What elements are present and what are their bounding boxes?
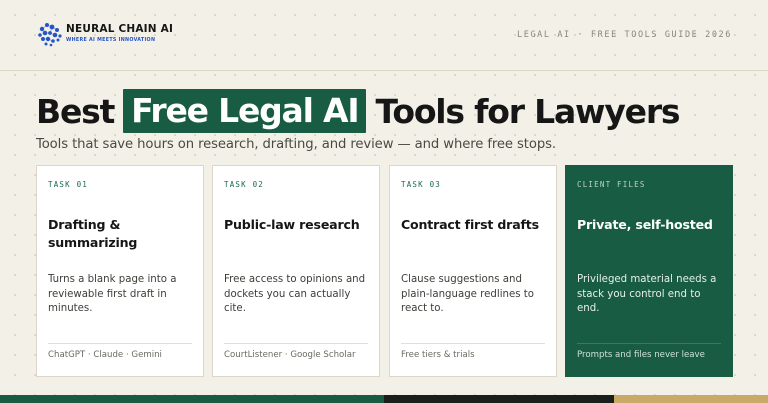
bar-segment-dark bbox=[384, 395, 614, 403]
bar-segment-gold bbox=[614, 395, 768, 403]
card-tag: TASK 01 bbox=[48, 180, 89, 189]
card-tag: TASK 02 bbox=[224, 180, 265, 189]
page-subtitle: Tools that save hours on research, draft… bbox=[36, 137, 556, 152]
card-title: Contract first drafts bbox=[401, 217, 539, 232]
card-contracts[interactable]: TASK 03 Contract first drafts Clause sug… bbox=[389, 165, 557, 377]
card-title: Private, self-hosted bbox=[577, 217, 713, 232]
card-tag: CLIENT FILES bbox=[577, 180, 646, 189]
card-divider bbox=[401, 343, 545, 344]
card-research[interactable]: TASK 02 Public-law research Free access … bbox=[212, 165, 380, 377]
brand-logo[interactable]: NEURAL CHAIN AI WHERE AI MEETS INNOVATIO… bbox=[36, 20, 173, 50]
card-divider bbox=[48, 343, 192, 344]
guide-label: LEGAL AI · FREE TOOLS GUIDE 2026 bbox=[517, 30, 732, 40]
card-description: Turns a blank page into a reviewable fir… bbox=[48, 274, 177, 314]
card-drafting[interactable]: TASK 01 Drafting & summarizing Turns a b… bbox=[36, 165, 204, 377]
brand-tagline: WHERE AI MEETS INNOVATION bbox=[66, 38, 156, 43]
bottom-color-bar bbox=[0, 395, 768, 403]
site-header: NEURAL CHAIN AI WHERE AI MEETS INNOVATIO… bbox=[0, 0, 768, 71]
card-description: Free access to opinions and dockets you … bbox=[224, 274, 366, 314]
card-title: Public-law research bbox=[224, 217, 360, 232]
brand-name: NEURAL CHAIN AI bbox=[66, 23, 174, 35]
bar-segment-green bbox=[0, 395, 384, 403]
page-title: Best Free Legal AI Tools for Lawyers bbox=[36, 88, 681, 134]
card-client-files[interactable]: CLIENT FILES Private, self-hosted Privil… bbox=[565, 165, 733, 377]
neural-network-brain-icon bbox=[38, 23, 62, 47]
card-title: Drafting & summarizing bbox=[48, 217, 138, 250]
card-description: Clause suggestions and plain-language re… bbox=[401, 274, 535, 314]
card-footer: Free tiers & trials bbox=[401, 350, 475, 360]
card-footer: ChatGPT · Claude · Gemini bbox=[48, 350, 162, 360]
card-footer: CourtListener · Google Scholar bbox=[224, 350, 356, 360]
card-description: Privileged material needs a stack you co… bbox=[577, 274, 717, 314]
card-divider bbox=[224, 343, 368, 344]
card-divider bbox=[577, 343, 721, 344]
card-footer: Prompts and files never leave bbox=[577, 350, 705, 360]
title-highlight: Free Legal AI bbox=[123, 89, 367, 133]
title-after: Tools for Lawyers bbox=[375, 91, 680, 131]
title-before: Best bbox=[36, 91, 115, 131]
card-tag: TASK 03 bbox=[401, 180, 442, 189]
